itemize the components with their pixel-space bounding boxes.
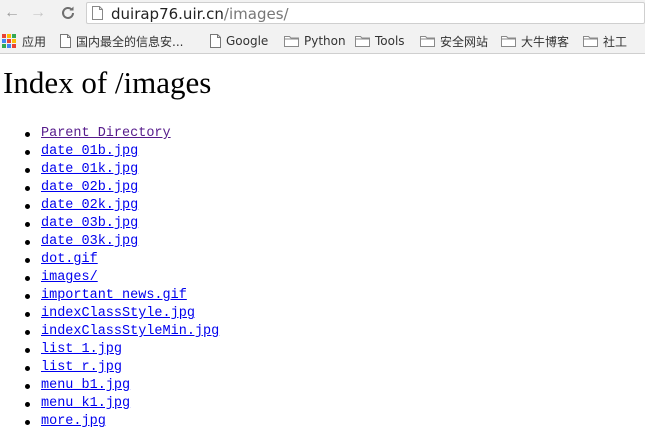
page-icon xyxy=(60,34,71,48)
file-link[interactable]: list_r.jpg xyxy=(41,359,122,377)
browser-toolbar: ← → duirap76.uir.cn/images/ xyxy=(0,0,645,28)
bookmark-label: Python xyxy=(304,34,346,48)
page-icon xyxy=(92,6,103,20)
bookmark-info-security[interactable]: 国内最全的信息安... xyxy=(60,32,183,50)
file-link[interactable]: date_03k.jpg xyxy=(41,233,138,251)
bookmark-label: Google xyxy=(226,34,269,48)
file-link[interactable]: date_02k.jpg xyxy=(41,197,138,215)
bookmark-label: Tools xyxy=(375,34,405,48)
folder-icon xyxy=(420,36,435,47)
reload-icon[interactable] xyxy=(58,3,78,23)
page-icon xyxy=(210,34,221,48)
back-arrow-icon[interactable]: ← xyxy=(2,3,22,23)
url-path: /images/ xyxy=(223,5,289,23)
bookmark-label: 安全网站 xyxy=(440,34,489,49)
bookmark-folder-expert-blogs[interactable]: 大牛博客 xyxy=(501,32,569,50)
bookmarks-bar: 应用 国内最全的信息安... Google Python Tools 安全网站 … xyxy=(0,28,645,54)
file-link[interactable]: date_03b.jpg xyxy=(41,215,138,233)
folder-icon xyxy=(284,36,299,47)
parent-directory-link[interactable]: Parent Directory xyxy=(41,125,171,143)
file-link[interactable]: important_news.gif xyxy=(41,287,187,305)
file-link[interactable]: menu_b1.jpg xyxy=(41,377,130,395)
file-link[interactable]: date_01k.jpg xyxy=(41,161,138,179)
file-link[interactable]: menu_k1.jpg xyxy=(41,395,130,413)
file-link[interactable]: date_01b.jpg xyxy=(41,143,138,161)
bookmark-apps[interactable]: 应用 xyxy=(2,32,46,50)
bookmark-folder-python[interactable]: Python xyxy=(284,32,346,50)
bookmark-label: 社工 xyxy=(603,34,628,49)
page-content: Index of /images Parent Directory date_0… xyxy=(0,54,645,431)
bookmark-label: 大牛博客 xyxy=(521,34,570,49)
bookmark-folder-security-sites[interactable]: 安全网站 xyxy=(420,32,488,50)
apps-icon xyxy=(2,34,16,48)
folder-icon xyxy=(501,36,516,47)
page-title: Index of /images xyxy=(3,65,212,100)
url-host: duirap76.uir.cn xyxy=(111,5,224,23)
folder-icon xyxy=(583,36,598,47)
folder-icon xyxy=(355,36,370,47)
bookmark-folder-tools[interactable]: Tools xyxy=(355,32,405,50)
bookmark-google[interactable]: Google xyxy=(210,32,268,50)
file-link[interactable]: indexClassStyle.jpg xyxy=(41,305,195,323)
forward-arrow-icon[interactable]: → xyxy=(28,3,48,23)
file-link[interactable]: dot.gif xyxy=(41,251,98,269)
folder-link[interactable]: images/ xyxy=(41,269,98,287)
address-url[interactable]: duirap76.uir.cn/images/ xyxy=(111,5,289,23)
file-link[interactable]: list_1.jpg xyxy=(41,341,122,359)
file-link[interactable]: indexClassStyleMin.jpg xyxy=(41,323,219,341)
bookmark-label: 应用 xyxy=(22,34,47,49)
file-link[interactable]: more.jpg xyxy=(41,413,106,431)
file-link[interactable]: date_02b.jpg xyxy=(41,179,138,197)
bookmark-folder-social-engineering[interactable]: 社工 xyxy=(583,32,627,50)
bookmark-label: 国内最全的信息安... xyxy=(76,34,184,49)
address-bar[interactable]: duirap76.uir.cn/images/ xyxy=(86,2,645,24)
